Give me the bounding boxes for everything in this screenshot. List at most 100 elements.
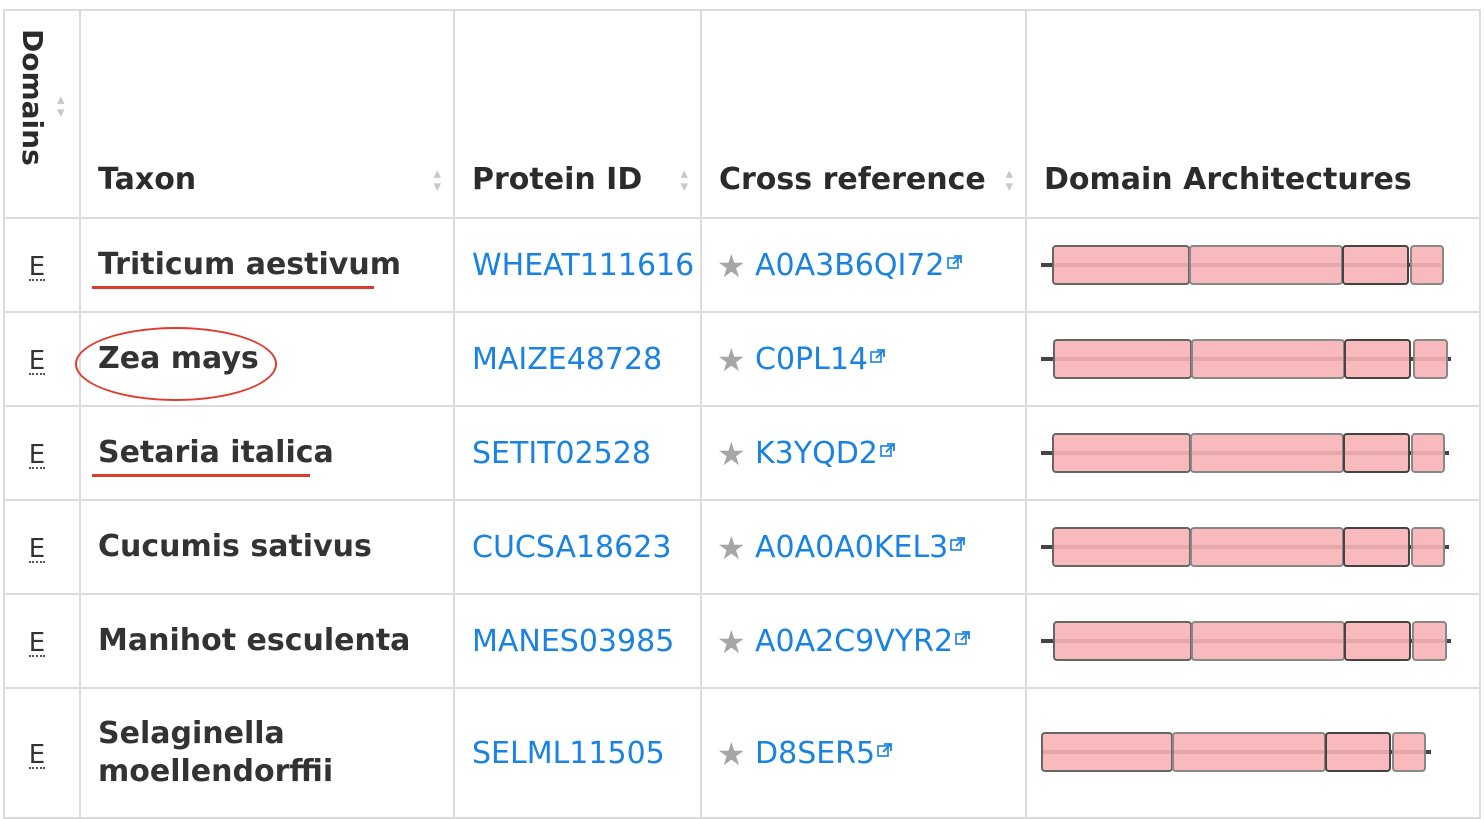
star-icon[interactable]: ★ bbox=[717, 250, 749, 282]
domains-e-link[interactable]: E bbox=[28, 348, 46, 375]
cross-reference-header-label: Cross reference bbox=[719, 162, 986, 197]
cross-reference-link[interactable]: A0A2C9VYR2 bbox=[755, 624, 953, 659]
sort-arrows-icon[interactable]: ▴ ▾ bbox=[433, 166, 441, 194]
domain-architecture-diagram[interactable] bbox=[1027, 314, 1473, 404]
external-link-icon[interactable] bbox=[946, 254, 962, 270]
external-link-icon[interactable] bbox=[955, 630, 970, 646]
table-row: E Cucumis sativus CUCSA18623 ★ A0A0A0KEL3 bbox=[3, 499, 1481, 595]
external-link-icon[interactable] bbox=[877, 742, 893, 758]
table-row: E Manihot esculenta MANES03985 ★ A0A2C9VY… bbox=[3, 593, 1481, 689]
cross-reference-cell: ★ A0A3B6QI72 bbox=[700, 217, 1027, 313]
domain-box bbox=[1343, 433, 1410, 473]
protein-id-link[interactable]: WHEAT111616 bbox=[472, 248, 694, 283]
column-header-cross-reference[interactable]: Cross reference ▴ ▾ bbox=[700, 9, 1027, 219]
column-header-taxon[interactable]: Taxon ▴ ▾ bbox=[79, 9, 455, 219]
domains-e-link[interactable]: E bbox=[28, 536, 46, 563]
domain-architecture-diagram[interactable] bbox=[1027, 220, 1473, 310]
protein-id-cell: MAIZE48728 bbox=[453, 311, 702, 407]
cross-reference-link[interactable]: A0A0A0KEL3 bbox=[755, 530, 948, 565]
domains-e-link[interactable]: E bbox=[28, 630, 46, 657]
red-circle-annotation bbox=[75, 327, 277, 401]
star-icon[interactable]: ★ bbox=[717, 344, 749, 376]
domain-box bbox=[1413, 339, 1448, 379]
sort-arrows-icon[interactable]: ▴ ▾ bbox=[1005, 166, 1013, 194]
domains-header-label: Domains bbox=[16, 29, 49, 166]
star-icon[interactable]: ★ bbox=[717, 438, 749, 470]
domain-box bbox=[1344, 621, 1411, 661]
taxon-name: Selaginella moellendorffii bbox=[98, 716, 334, 789]
column-header-domain-architectures: Domain Architectures bbox=[1025, 9, 1481, 219]
domain-architecture-diagram[interactable] bbox=[1027, 408, 1473, 498]
protein-id-cell: WHEAT111616 bbox=[453, 217, 702, 313]
domain-box bbox=[1191, 621, 1345, 661]
protein-id-link[interactable]: SELML11505 bbox=[472, 736, 665, 771]
taxon-cell: Selaginella moellendorffii bbox=[79, 687, 455, 819]
taxon-name: Setaria italica bbox=[98, 435, 334, 470]
domain-box bbox=[1190, 433, 1344, 473]
domains-e-link[interactable]: E bbox=[28, 742, 46, 769]
protein-id-link[interactable]: CUCSA18623 bbox=[472, 530, 671, 565]
protein-id-cell: MANES03985 bbox=[453, 593, 702, 689]
cross-reference-cell: ★ A0A0A0KEL3 bbox=[700, 499, 1027, 595]
star-icon[interactable]: ★ bbox=[717, 532, 749, 564]
domain-box bbox=[1190, 527, 1344, 567]
cross-reference-link[interactable]: C0PL14 bbox=[755, 342, 868, 377]
domains-cell: E bbox=[3, 311, 81, 407]
taxon-cell: Triticum aestivum bbox=[79, 217, 455, 313]
domain-box bbox=[1189, 245, 1343, 285]
domain-box bbox=[1411, 433, 1445, 473]
protein-id-header-label: Protein ID bbox=[472, 162, 643, 197]
protein-id-cell: SELML11505 bbox=[453, 687, 702, 819]
cross-reference-cell: ★ A0A2C9VYR2 bbox=[700, 593, 1027, 689]
domain-box bbox=[1041, 732, 1173, 772]
cross-reference-cell: ★ C0PL14 bbox=[700, 311, 1027, 407]
column-header-protein-id[interactable]: Protein ID ▴ ▾ bbox=[453, 9, 702, 219]
cross-reference-link[interactable]: K3YQD2 bbox=[755, 436, 878, 471]
header-row: Domains ▴ ▾ Taxon ▴ ▾ Protein ID ▴ ▾ Cross … bbox=[3, 9, 1481, 219]
domain-box bbox=[1344, 339, 1411, 379]
domains-e-link[interactable]: E bbox=[28, 442, 46, 469]
star-icon[interactable]: ★ bbox=[717, 626, 749, 658]
domain-box bbox=[1052, 245, 1190, 285]
domains-cell: E bbox=[3, 499, 81, 595]
domain-architecture-diagram[interactable] bbox=[1027, 502, 1473, 592]
table-row: E Triticum aestivum WHEAT111616 ★ A0A3B6Q… bbox=[3, 217, 1481, 313]
domain-box bbox=[1053, 339, 1192, 379]
external-link-icon[interactable] bbox=[870, 348, 885, 364]
domain-box bbox=[1342, 245, 1409, 285]
protein-id-link[interactable]: MANES03985 bbox=[472, 624, 674, 659]
domain-box bbox=[1411, 527, 1445, 567]
domains-cell: E bbox=[3, 687, 81, 819]
domains-cell: E bbox=[3, 217, 81, 313]
red-underline-annotation bbox=[92, 474, 310, 477]
domain-box bbox=[1052, 433, 1191, 473]
table-row: E Zea mays MAIZE48728 ★ C0PL14 bbox=[3, 311, 1481, 407]
protein-id-cell: SETIT02528 bbox=[453, 405, 702, 501]
domains-e-link[interactable]: E bbox=[28, 254, 46, 281]
external-link-icon[interactable] bbox=[950, 536, 966, 552]
table-row: E Selaginella moellendorffii SELML11505 … bbox=[3, 687, 1481, 819]
taxon-header-label: Taxon bbox=[98, 162, 197, 197]
cross-reference-cell: ★ K3YQD2 bbox=[700, 405, 1027, 501]
sort-arrows-icon[interactable]: ▴ ▾ bbox=[680, 166, 688, 194]
column-header-domains[interactable]: Domains ▴ ▾ bbox=[3, 9, 81, 219]
domain-architecture-cell bbox=[1025, 593, 1481, 689]
domains-cell: E bbox=[3, 593, 81, 689]
cross-reference-link[interactable]: D8SER5 bbox=[755, 736, 875, 771]
domain-box bbox=[1392, 732, 1426, 772]
domain-box bbox=[1053, 621, 1192, 661]
sort-arrows-icon[interactable]: ▴ ▾ bbox=[57, 92, 65, 120]
domain-architecture-diagram[interactable] bbox=[1027, 690, 1473, 816]
star-icon[interactable]: ★ bbox=[717, 738, 749, 770]
protein-id-link[interactable]: MAIZE48728 bbox=[472, 342, 662, 377]
domain-architecture-cell bbox=[1025, 405, 1481, 501]
external-link-icon[interactable] bbox=[880, 442, 895, 458]
taxon-cell: Cucumis sativus bbox=[79, 499, 455, 595]
cross-reference-link[interactable]: A0A3B6QI72 bbox=[755, 248, 945, 283]
domain-architecture-diagram[interactable] bbox=[1027, 596, 1473, 686]
taxon-name: Manihot esculenta bbox=[98, 623, 411, 658]
taxon-cell: Setaria italica bbox=[79, 405, 455, 501]
taxon-cell: Zea mays bbox=[75, 311, 455, 407]
protein-id-link[interactable]: SETIT02528 bbox=[472, 436, 651, 471]
domain-box bbox=[1410, 245, 1444, 285]
